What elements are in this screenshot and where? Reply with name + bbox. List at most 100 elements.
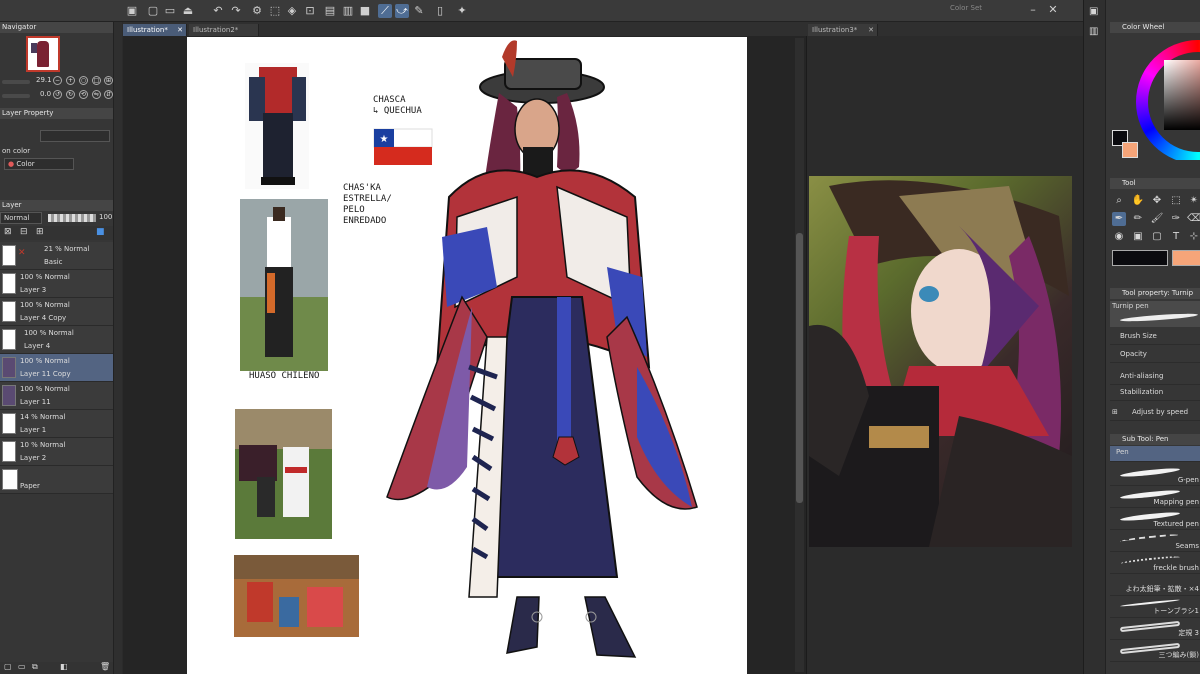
export-icon[interactable]: ⏏ xyxy=(181,4,195,18)
layer-row[interactable]: 14 % Normal Layer 1 xyxy=(0,410,113,438)
material-icon[interactable]: ▥ xyxy=(1089,26,1098,37)
pen-icon[interactable]: ✎ xyxy=(412,4,426,18)
zoom-slider[interactable] xyxy=(2,80,30,84)
layer-row[interactable]: 100 % Normal Layer 4 xyxy=(0,326,113,354)
opacity-row[interactable]: Opacity xyxy=(1110,346,1200,363)
sub-color-swatch[interactable] xyxy=(1122,142,1138,158)
anti-aliasing-row[interactable]: Anti-aliasing xyxy=(1110,368,1200,385)
move-tool-icon[interactable]: ✥ xyxy=(1150,194,1164,208)
brush-item[interactable]: Seams xyxy=(1110,530,1200,552)
clear-icon[interactable]: ⚙ xyxy=(250,4,264,18)
brush-size-row[interactable]: Brush Size xyxy=(1110,328,1200,345)
stabilization-row[interactable]: Stabilization xyxy=(1110,384,1200,401)
mask-layer-icon[interactable]: ◧ xyxy=(60,662,68,671)
layer-fill-icon[interactable]: ■ xyxy=(358,4,372,18)
close-icon[interactable]: ✕ xyxy=(1046,3,1060,17)
select-tool-icon[interactable]: ⬚ xyxy=(1169,194,1183,208)
blend-mode-select[interactable]: Normal xyxy=(0,212,42,224)
brush-item[interactable]: freckle brush xyxy=(1110,552,1200,574)
main-color-bar[interactable] xyxy=(1112,250,1168,266)
lock-icon[interactable]: ⊠ xyxy=(4,227,12,237)
navigator-preview[interactable] xyxy=(26,36,60,72)
reference-pane[interactable] xyxy=(806,36,1083,674)
rule-icon[interactable]: ▤ xyxy=(323,4,337,18)
canvas-scrollbar[interactable] xyxy=(795,38,804,672)
opacity-slider[interactable] xyxy=(48,214,96,222)
magic-wand-icon[interactable]: ✴ xyxy=(1187,194,1200,208)
reference-image[interactable] xyxy=(809,176,1072,547)
layer-row[interactable]: 100 % Normal Layer 3 xyxy=(0,270,113,298)
color-mode-select[interactable]: ● Color xyxy=(4,158,74,170)
tab-illustration2[interactable]: Illustration2* xyxy=(189,24,259,36)
redo-icon[interactable]: ↷ xyxy=(229,4,243,18)
pencil-tool-icon[interactable]: ✏ xyxy=(1131,212,1145,226)
panel-menu-icon[interactable]: ▣ xyxy=(1089,6,1098,17)
trash-icon[interactable]: 🗑 xyxy=(100,662,110,671)
text-tool-icon[interactable]: T xyxy=(1169,230,1183,244)
brush-item[interactable]: トーンブラシ1 xyxy=(1110,596,1200,618)
layer-row-paper[interactable]: Paper xyxy=(0,466,113,494)
crop-icon[interactable]: ⊡ xyxy=(303,4,317,18)
fit-icon[interactable]: ○ xyxy=(79,76,88,85)
expand-icon[interactable]: ⊞ xyxy=(1112,404,1118,420)
adjust-speed-row[interactable]: ⊞ Adjust by speed xyxy=(1110,404,1200,421)
actual-size-icon[interactable]: □ xyxy=(92,76,101,85)
sub-color-bar[interactable] xyxy=(1172,250,1200,266)
new-layer-icon[interactable]: ▢ xyxy=(4,662,12,671)
brush-item[interactable]: 定規 3 xyxy=(1110,618,1200,640)
flip-v-icon[interactable]: ⇵ xyxy=(104,90,113,99)
figure-tool-icon[interactable]: ▢ xyxy=(1150,230,1164,244)
eraser-tool-icon[interactable]: ⌫ xyxy=(1187,212,1200,226)
color-wheel[interactable] xyxy=(1132,34,1200,160)
layer-row-basic[interactable]: ✕ 21 % Normal Basic xyxy=(0,242,113,270)
brush-item-pen[interactable]: Pen xyxy=(1110,446,1200,462)
brush-item[interactable]: よわ太鉛筆・拡散・×4 xyxy=(1110,574,1200,596)
transform-icon[interactable]: ⬚ xyxy=(268,4,282,18)
rotate-slider[interactable] xyxy=(2,94,30,98)
fit-window-icon[interactable]: ⊞ xyxy=(104,76,113,85)
layer-row[interactable]: 10 % Normal Layer 2 xyxy=(0,438,113,466)
tab-illustration3[interactable]: Illustration3* ✕ xyxy=(808,24,878,36)
layer-row[interactable]: 100 % Normal Layer 11 xyxy=(0,382,113,410)
saturation-value-square[interactable] xyxy=(1164,60,1200,130)
canvas-paper[interactable]: ★ CHASCA ↳ QUECHUA CHAS'KA ESTRELLA/ PEL… xyxy=(187,37,747,674)
copy-layer-icon[interactable]: ⧉ xyxy=(32,662,38,672)
zoom-in-icon[interactable]: + xyxy=(66,76,75,85)
menu-icon[interactable]: ▣ xyxy=(125,4,139,18)
layer-row[interactable]: 100 % Normal Layer 4 Copy xyxy=(0,298,113,326)
text-icon[interactable]: ▯ xyxy=(433,4,447,18)
effect-buttons[interactable] xyxy=(40,130,110,142)
brush-tool-icon[interactable]: 🖌 xyxy=(1150,212,1164,226)
eyedropper-tool-icon[interactable]: ⊹ xyxy=(1187,230,1200,244)
rotate-left-icon[interactable]: ↺ xyxy=(53,90,62,99)
scroll-thumb[interactable] xyxy=(796,233,803,503)
rotate-right-icon[interactable]: ↻ xyxy=(66,90,75,99)
brush-item[interactable]: 三つ編み(鎖) xyxy=(1110,640,1200,662)
info-icon[interactable]: ✦ xyxy=(455,4,469,18)
airbrush-tool-icon[interactable]: ✑ xyxy=(1169,212,1183,226)
open-icon[interactable]: ▭ xyxy=(163,4,177,18)
fill-icon[interactable]: ◈ xyxy=(285,4,299,18)
clip-icon[interactable]: ⊟ xyxy=(20,227,28,237)
zoom-tool-icon[interactable]: ⌕ xyxy=(1112,194,1126,208)
brush-item[interactable]: Textured pen xyxy=(1110,508,1200,530)
new-folder-icon[interactable]: ▭ xyxy=(18,662,26,671)
ref-layer-icon[interactable]: ⊞ xyxy=(36,227,44,237)
brush-item[interactable]: G-pen xyxy=(1110,464,1200,486)
snap-curve-icon[interactable]: ⤻ xyxy=(395,4,409,18)
gradient-tool-icon[interactable]: ▣ xyxy=(1131,230,1145,244)
hand-tool-icon[interactable]: ✋ xyxy=(1131,194,1145,208)
canvas-area[interactable]: ★ CHASCA ↳ QUECHUA CHAS'KA ESTRELLA/ PEL… xyxy=(123,36,806,674)
pen-tool-icon[interactable]: ✒ xyxy=(1112,212,1126,226)
minimize-icon[interactable]: – xyxy=(1026,3,1040,17)
brush-item[interactable]: Mapping pen xyxy=(1110,486,1200,508)
layer-color-icon[interactable]: ■ xyxy=(96,227,105,237)
snap-icon[interactable]: ⟋ xyxy=(378,4,392,18)
brush-preview[interactable]: Turnip pen xyxy=(1110,301,1200,327)
new-icon[interactable]: ▢ xyxy=(146,4,160,18)
zoom-out-icon[interactable]: − xyxy=(53,76,62,85)
fill-tool-icon[interactable]: ◉ xyxy=(1112,230,1126,244)
grid-icon[interactable]: ▥ xyxy=(341,4,355,18)
flip-h-icon[interactable]: ⇋ xyxy=(92,90,101,99)
tab-illustration[interactable]: Illustration* ✕ xyxy=(123,24,187,36)
